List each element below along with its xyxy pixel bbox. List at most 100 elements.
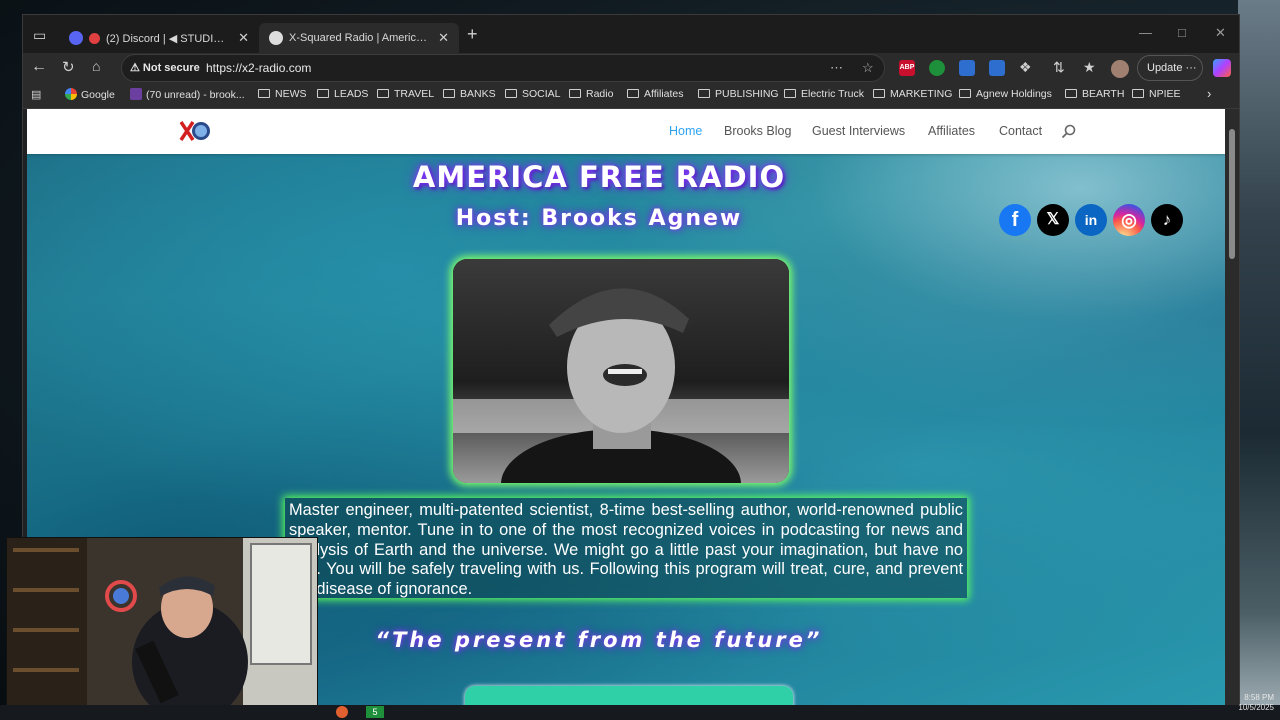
bookmark-folder-npiee[interactable]: NPIEE [1132,88,1181,100]
bookmark-folder-marketing[interactable]: MARKETING [873,88,952,100]
nav-brooks-blog[interactable]: Brooks Blog [724,124,791,138]
discord-icon [69,31,83,45]
bookmark-folder-publishing[interactable]: PUBLISHING [698,88,779,100]
bookmarks-bar: ▤ Google (70 unread) - brook... NEWS LEA… [23,83,1239,109]
folder-icon [377,89,389,98]
facebook-icon[interactable]: f [999,204,1031,236]
read-aloud-icon[interactable]: ⋯ [830,60,843,76]
maximize-icon[interactable]: □ [1178,25,1186,40]
home-icon[interactable]: ⌂ [92,58,100,74]
close-window-icon[interactable]: ✕ [1215,25,1226,41]
bookmark-folder-bearth[interactable]: BEARTH [1065,88,1124,100]
page-title: AMERICA FREE RADIO [412,160,786,194]
bookmark-folder-social[interactable]: SOCIAL [505,88,561,100]
webcam-overlay [6,537,318,711]
not-secure-badge[interactable]: ⚠ Not secure [130,61,200,74]
yahoo-mail-icon [130,88,142,100]
bookmark-folder-electric-truck[interactable]: Electric Truck [784,88,864,100]
favorites-icon[interactable]: ★ [1083,59,1096,76]
nav-contact[interactable]: Contact [999,124,1042,138]
tab-discord[interactable]: (2) Discord | ◀ STUDIO B LIVE ✕ [59,23,259,53]
update-button[interactable]: Update ··· [1137,55,1203,81]
site-header: Home Brooks Blog Guest Interviews Affili… [27,109,1225,154]
desktop-wallpaper [1238,0,1280,720]
bookmark-folder-news[interactable]: NEWS [258,88,307,100]
tab-actions-icon[interactable]: ▭ [33,27,46,44]
nav-affiliates[interactable]: Affiliates [928,124,975,138]
folder-icon [959,89,971,98]
bookmark-label: BEARTH [1082,88,1125,100]
bookmark-folder-radio[interactable]: Radio [569,88,613,100]
bookmarks-more-chevron-icon[interactable]: › [1207,86,1211,101]
scrollbar-thumb[interactable] [1229,129,1235,259]
not-secure-label: Not secure [142,62,200,74]
tab-title: X-Squared Radio | America Free Radio [289,32,432,44]
clock-time: 8:58 PM [1244,693,1274,702]
desktop: ▭ (2) Discord | ◀ STUDIO B LIVE ✕ X-Squa… [0,0,1280,720]
bookmark-label: PUBLISHING [715,88,779,100]
bookmark-folder-affiliates[interactable]: Affiliates [627,88,684,100]
split-screen-icon[interactable]: ⇅ [1053,59,1065,76]
new-tab-button[interactable]: + [467,24,478,45]
folder-icon [569,89,581,98]
nav-guest-interviews[interactable]: Guest Interviews [812,124,905,138]
tiktok-icon[interactable]: ♪ [1151,204,1183,236]
bookmark-label: SOCIAL [522,88,561,100]
bookmark-label: Radio [586,88,614,100]
bookmark-folder-agnew-holdings[interactable]: Agnew Holdings [959,88,1052,100]
bookmark-label: NPIEE [1149,88,1181,100]
bookmark-label: TRAVEL [394,88,435,100]
refresh-icon[interactable]: ↻ [62,58,75,76]
linkedin-icon[interactable]: in [1075,204,1107,236]
clock-date: 10/5/2025 [1238,703,1274,712]
instagram-icon[interactable]: ◎ [1113,204,1145,236]
bookmark-label: BANKS [460,88,496,100]
bookmark-label: Electric Truck [801,88,865,100]
bookmark-folder-banks[interactable]: BANKS [443,88,496,100]
copilot-icon[interactable] [1213,59,1231,77]
address-toolbar: ← ↻ ⌂ ⚠ Not secure https://x2-radio.com … [23,53,1239,83]
page-scrollbar[interactable] [1225,109,1239,713]
nav-home[interactable]: Home [669,124,702,138]
tab-x-squared-radio[interactable]: X-Squared Radio | America Free Radio ✕ [259,23,459,53]
bookmark-google[interactable]: Google [65,88,115,101]
search-icon[interactable] [1061,124,1076,139]
folder-icon [1065,89,1077,98]
bookmark-label: Affiliates [644,88,684,100]
extensions-icon[interactable]: ❖ [1019,59,1032,76]
bookmark-label: (70 unread) - brook... [146,89,245,101]
folder-icon [784,89,796,98]
url-text[interactable]: https://x2-radio.com [206,61,311,75]
taskbar: 5 [0,705,1280,720]
collections-icon[interactable]: ▤ [31,88,41,101]
back-icon[interactable]: ← [31,58,47,76]
address-bar[interactable]: ⚠ Not secure https://x2-radio.com ⋯ ☆ [121,54,885,82]
minimize-icon[interactable]: — [1139,25,1152,40]
taskbar-badge[interactable]: 5 [366,706,384,718]
bookmark-mail[interactable]: (70 unread) - brook... [130,88,245,101]
folder-icon [317,89,329,98]
favorite-star-icon[interactable]: ☆ [862,60,874,76]
bookmark-label: Google [81,89,115,101]
bookmark-label: MARKETING [890,88,953,100]
bookmark-label: LEADS [334,88,369,100]
bookmark-label: NEWS [275,88,307,100]
menu-icon: ··· [1185,62,1197,74]
extension-green-icon[interactable] [929,60,945,76]
profile-avatar[interactable] [1111,60,1129,78]
adblock-plus-icon[interactable]: ABP [899,60,915,76]
x-icon[interactable]: 𝕏 [1037,204,1069,236]
taskbar-app-icon[interactable] [336,706,348,718]
shield-icon[interactable] [989,60,1005,76]
bookmark-folder-leads[interactable]: LEADS [317,88,368,100]
bookmark-folder-travel[interactable]: TRAVEL [377,88,434,100]
close-tab-icon[interactable]: ✕ [238,30,249,46]
update-label: Update [1147,62,1183,74]
tab-bar: ▭ (2) Discord | ◀ STUDIO B LIVE ✕ X-Squa… [23,15,1239,53]
close-tab-icon[interactable]: ✕ [438,30,449,46]
system-clock[interactable]: 8:58 PM 10/5/2025 [1238,693,1274,713]
x2-radio-logo[interactable] [179,119,215,143]
shield-icon[interactable] [959,60,975,76]
wordpress-icon [269,31,283,45]
recording-icon [89,32,100,44]
